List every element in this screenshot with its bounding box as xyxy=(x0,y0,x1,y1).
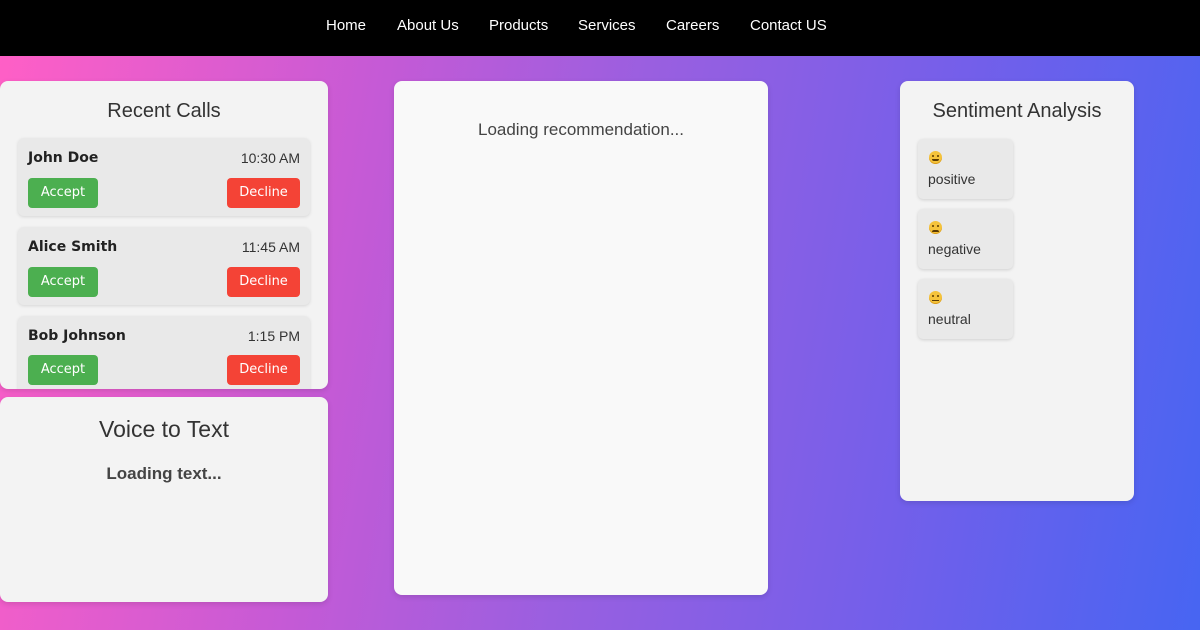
sentiment-card-negative: negative xyxy=(918,209,1013,269)
nav-home[interactable]: Home xyxy=(326,17,366,35)
neutral-face-icon xyxy=(929,291,942,304)
sentiment-label: positive xyxy=(928,171,976,187)
caller-name: Alice Smith xyxy=(28,239,118,255)
sentiment-label: negative xyxy=(928,241,981,257)
nav-contact-us[interactable]: Contact US xyxy=(750,17,827,35)
recommendation-status: Loading recommendation... xyxy=(477,120,685,139)
sentiment-card-positive: positive xyxy=(918,139,1013,199)
nav-careers[interactable]: Careers xyxy=(666,17,719,35)
sentiment-label: neutral xyxy=(928,311,971,327)
nav-about-us[interactable]: About Us xyxy=(397,17,459,35)
call-card-alice-smith: Alice Smith 11:45 AM Accept Decline xyxy=(18,227,310,305)
call-time: 10:30 AM xyxy=(240,150,300,166)
voice-to-text-status: Loading text... xyxy=(106,464,222,483)
nav-services[interactable]: Services xyxy=(578,17,636,35)
accept-button[interactable]: Accept xyxy=(28,355,98,385)
top-navbar: Home About Us Products Services Careers … xyxy=(0,0,1200,56)
voice-to-text-title: Voice to Text xyxy=(99,416,229,442)
frowning-face-icon xyxy=(929,221,942,234)
decline-button[interactable]: Decline xyxy=(227,355,300,385)
call-card-bob-johnson: Bob Johnson 1:15 PM Accept Decline xyxy=(18,316,310,389)
call-time: 11:45 AM xyxy=(241,239,300,255)
caller-name: Bob Johnson xyxy=(28,328,126,344)
accept-button[interactable]: Accept xyxy=(28,267,98,297)
recent-calls-panel: Recent Calls John Doe 10:30 AM Accept De… xyxy=(0,81,328,389)
call-card-john-doe: John Doe 10:30 AM Accept Decline xyxy=(18,138,310,216)
decline-button[interactable]: Decline xyxy=(227,267,300,297)
caller-name: John Doe xyxy=(28,150,99,166)
recent-calls-title: Recent Calls xyxy=(107,100,221,122)
nav-products[interactable]: Products xyxy=(489,17,548,35)
decline-button[interactable]: Decline xyxy=(227,178,300,208)
sentiment-card-neutral: neutral xyxy=(918,279,1013,339)
sentiment-analysis-title: Sentiment Analysis xyxy=(932,100,1102,122)
sentiment-analysis-panel: Sentiment Analysis positive negative neu… xyxy=(900,81,1134,501)
call-time: 1:15 PM xyxy=(247,328,300,344)
recommendation-panel: Loading recommendation... xyxy=(394,81,768,595)
accept-button[interactable]: Accept xyxy=(28,178,98,208)
voice-to-text-panel: Voice to Text Loading text... xyxy=(0,397,328,602)
smiling-face-icon xyxy=(929,151,942,164)
